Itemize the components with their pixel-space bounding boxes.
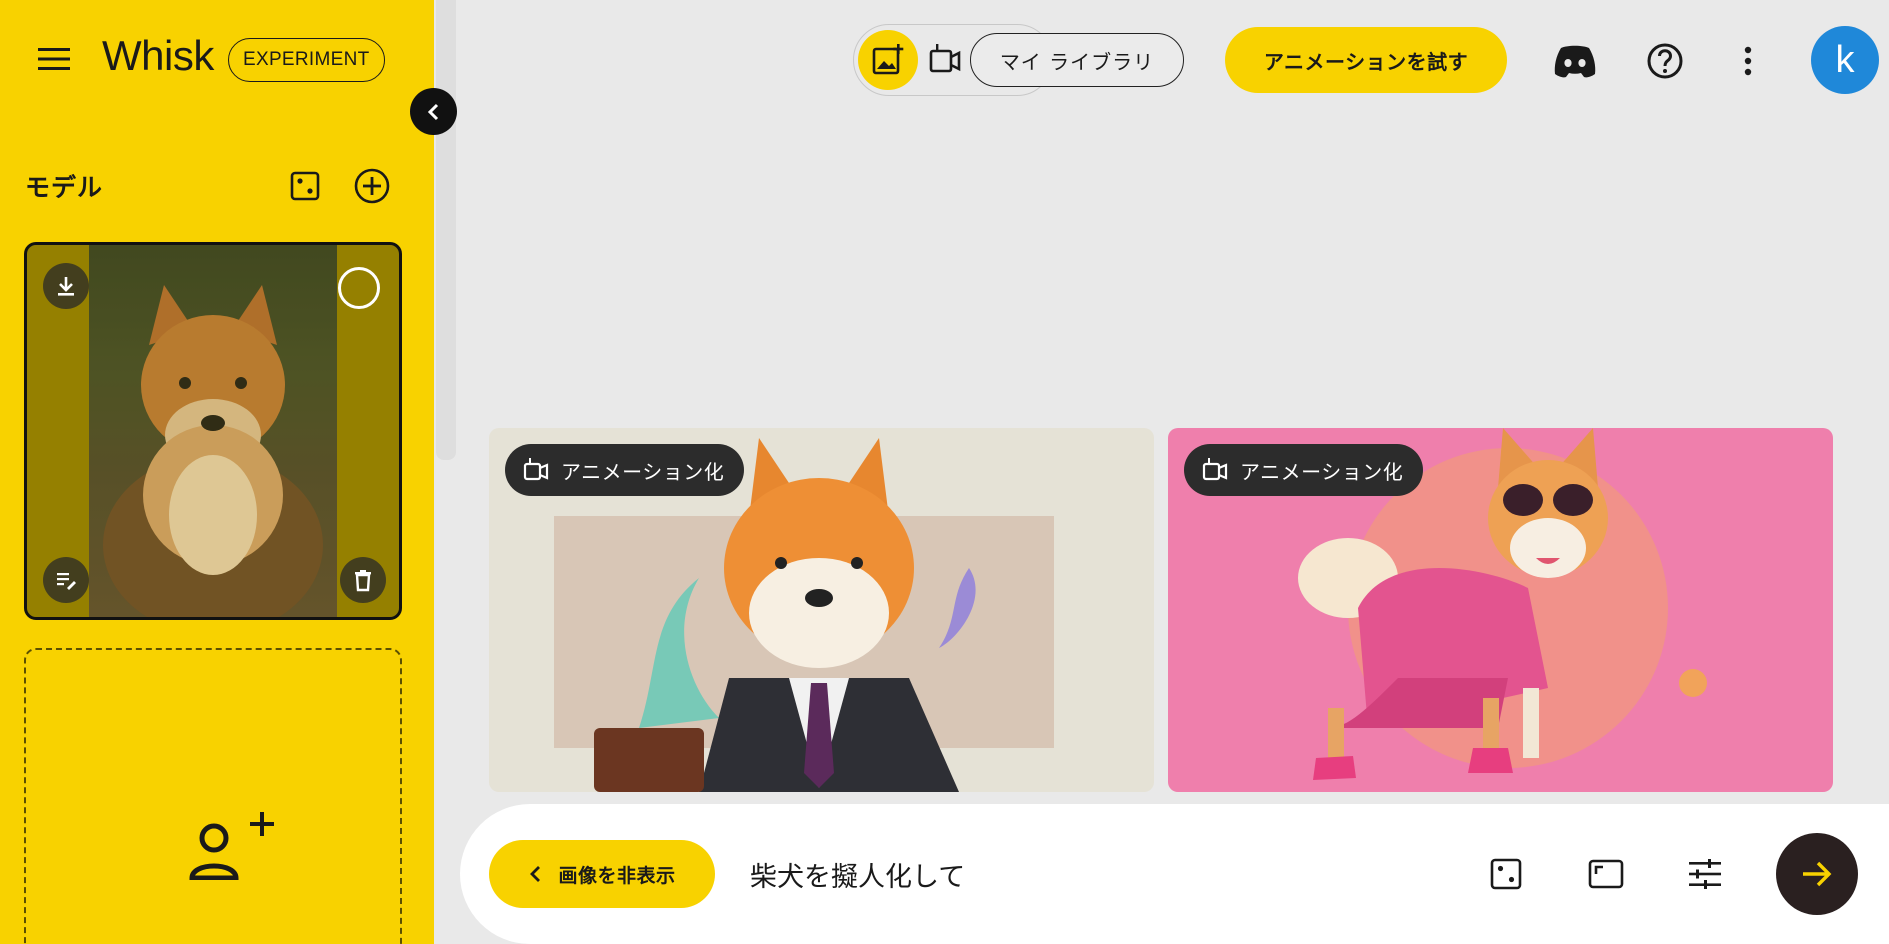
video-spark-icon — [523, 458, 549, 481]
aspect-ratio-icon[interactable] — [1582, 850, 1630, 898]
menu-icon[interactable] — [30, 38, 78, 80]
scrollbar[interactable] — [436, 0, 456, 460]
avatar[interactable]: k — [1811, 26, 1879, 94]
animate-chip-label: アニメーション化 — [561, 459, 725, 484]
tune-icon[interactable] — [1681, 850, 1729, 898]
add-person-icon — [186, 810, 286, 884]
section-title-model: モデル — [25, 173, 104, 202]
select-circle[interactable] — [338, 267, 380, 309]
video-spark-icon — [1202, 458, 1228, 481]
image-mode-icon[interactable] — [858, 30, 918, 90]
dice-icon[interactable] — [287, 168, 323, 204]
my-library-button[interactable]: マイ ライブラリ — [970, 33, 1184, 87]
send-button[interactable] — [1776, 833, 1858, 915]
add-circle-icon[interactable] — [352, 166, 392, 206]
video-mode-icon[interactable] — [926, 41, 964, 79]
animate-chip-label: アニメーション化 — [1240, 459, 1404, 484]
dice-icon[interactable] — [1482, 850, 1530, 898]
model-image-card[interactable] — [24, 242, 402, 620]
collapse-sidebar-button[interactable] — [410, 88, 457, 135]
app-title: Whisk — [102, 32, 214, 79]
delete-icon[interactable] — [340, 557, 386, 603]
help-icon[interactable] — [1642, 38, 1688, 84]
sidebar: Whisk EXPERIMENT モデル — [0, 0, 434, 944]
animate-chip[interactable]: アニメーション化 — [505, 444, 745, 496]
animate-chip[interactable]: アニメーション化 — [1184, 444, 1424, 496]
generated-image-card[interactable]: アニメーション化 — [489, 428, 1154, 792]
discord-icon[interactable] — [1552, 38, 1598, 84]
experiment-badge: EXPERIMENT — [228, 38, 385, 82]
try-animation-button[interactable]: アニメーションを試す — [1225, 27, 1507, 93]
send-arrow-icon — [1803, 861, 1832, 887]
more-vert-icon[interactable] — [1725, 38, 1771, 84]
download-icon[interactable] — [43, 263, 89, 309]
hide-images-label: 画像を非表示 — [558, 864, 676, 887]
prompt-input[interactable] — [750, 846, 1450, 902]
hide-images-button[interactable]: 画像を非表示 — [489, 840, 715, 908]
chevron-left-icon — [530, 866, 541, 882]
edit-prompt-icon[interactable] — [43, 557, 89, 603]
generated-image-card[interactable]: アニメーション化 — [1168, 428, 1833, 792]
add-model-card[interactable] — [24, 648, 402, 944]
